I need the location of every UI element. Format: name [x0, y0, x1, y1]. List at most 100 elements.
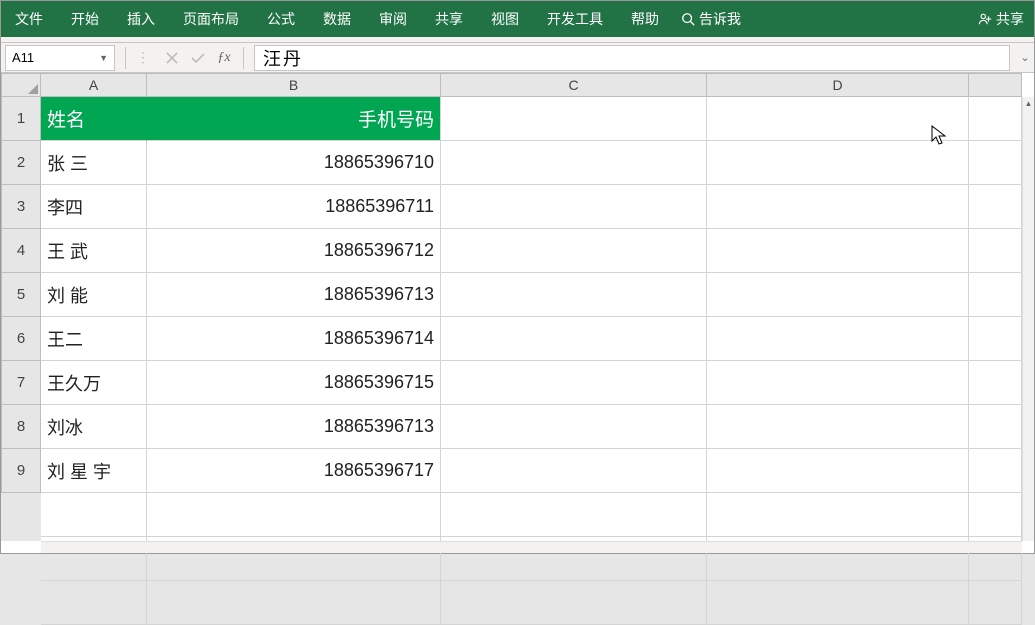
cell[interactable] [441, 229, 707, 273]
row-header-2[interactable]: 2 [1, 141, 41, 185]
table-row: 王二18865396714 [41, 317, 1022, 361]
horizontal-scrollbar[interactable] [41, 541, 1022, 553]
cell[interactable]: 18865396714 [147, 317, 441, 361]
tab-file[interactable]: 文件 [1, 1, 57, 37]
cell[interactable] [707, 185, 969, 229]
cells-area[interactable]: 姓名手机号码张 三18865396710李四18865396711王 武1886… [41, 97, 1022, 541]
formula-input[interactable]: 汪丹 [254, 45, 1010, 71]
cell[interactable] [441, 449, 707, 493]
tab-share[interactable]: 共享 [421, 1, 477, 37]
cell[interactable] [969, 361, 1022, 405]
cell[interactable]: 刘冰 [41, 405, 147, 449]
cell[interactable]: 18865396710 [147, 141, 441, 185]
col-header-A[interactable]: A [41, 73, 147, 97]
cell[interactable]: 18865396713 [147, 405, 441, 449]
cell[interactable] [147, 581, 441, 625]
cell[interactable] [969, 581, 1022, 625]
scroll-up-icon[interactable]: ▲ [1023, 97, 1034, 109]
cell[interactable]: 手机号码 [147, 97, 441, 141]
tab-page-layout[interactable]: 页面布局 [169, 1, 253, 37]
cell[interactable]: 王久万 [41, 361, 147, 405]
row-header-6[interactable]: 6 [1, 317, 41, 361]
cell[interactable]: 王二 [41, 317, 147, 361]
row-header-3[interactable]: 3 [1, 185, 41, 229]
cell[interactable] [969, 97, 1022, 141]
cell[interactable] [707, 449, 969, 493]
row-header-1[interactable]: 1 [1, 97, 41, 141]
cell[interactable]: 张 三 [41, 141, 147, 185]
cell[interactable] [969, 493, 1022, 537]
cell[interactable] [441, 493, 707, 537]
cell[interactable] [441, 185, 707, 229]
cell[interactable] [969, 317, 1022, 361]
table-row: 张 三18865396710 [41, 141, 1022, 185]
cell[interactable] [147, 493, 441, 537]
cell[interactable] [441, 405, 707, 449]
tab-review[interactable]: 审阅 [365, 1, 421, 37]
cell[interactable] [969, 449, 1022, 493]
enter-button[interactable] [185, 45, 211, 71]
col-header-B[interactable]: B [147, 73, 441, 97]
cell[interactable] [707, 581, 969, 625]
name-box-value: A11 [12, 50, 34, 65]
x-icon [166, 52, 178, 64]
tab-help[interactable]: 帮助 [617, 1, 673, 37]
col-header-C[interactable]: C [441, 73, 707, 97]
tell-me-search[interactable]: 告诉我 [673, 9, 749, 29]
table-row: 姓名手机号码 [41, 97, 1022, 141]
cell[interactable]: 18865396712 [147, 229, 441, 273]
cell[interactable] [969, 185, 1022, 229]
row-header-9[interactable]: 9 [1, 449, 41, 493]
cell[interactable]: 18865396717 [147, 449, 441, 493]
cancel-button[interactable] [159, 45, 185, 71]
col-header-extra[interactable] [969, 73, 1022, 97]
cell[interactable] [707, 273, 969, 317]
cell[interactable]: 姓名 [41, 97, 147, 141]
tab-formulas[interactable]: 公式 [253, 1, 309, 37]
tab-view[interactable]: 视图 [477, 1, 533, 37]
cell[interactable] [707, 229, 969, 273]
cell[interactable] [441, 361, 707, 405]
tab-home[interactable]: 开始 [57, 1, 113, 37]
cell[interactable]: 18865396715 [147, 361, 441, 405]
cell[interactable] [969, 405, 1022, 449]
fx-button[interactable]: ƒx [211, 45, 237, 71]
tab-data[interactable]: 数据 [309, 1, 365, 37]
row-header-7[interactable]: 7 [1, 361, 41, 405]
expand-formula-bar[interactable]: ⌄ [1016, 51, 1034, 64]
tab-insert[interactable]: 插入 [113, 1, 169, 37]
cell[interactable] [441, 581, 707, 625]
cell[interactable] [969, 141, 1022, 185]
row-header-5[interactable]: 5 [1, 273, 41, 317]
cell[interactable]: 18865396711 [147, 185, 441, 229]
table-row: 刘 星 宇18865396717 [41, 449, 1022, 493]
share-button[interactable]: 共享 [968, 9, 1034, 29]
cell[interactable] [707, 97, 969, 141]
name-box[interactable]: A11 ▼ [5, 45, 115, 71]
cell[interactable] [441, 141, 707, 185]
vertical-scrollbar[interactable]: ▲ [1022, 97, 1034, 541]
cell[interactable] [707, 361, 969, 405]
cell[interactable] [707, 141, 969, 185]
cell[interactable] [41, 493, 147, 537]
cell[interactable]: 18865396713 [147, 273, 441, 317]
cell[interactable] [41, 581, 147, 625]
tab-developer[interactable]: 开发工具 [533, 1, 617, 37]
cell[interactable]: 李四 [41, 185, 147, 229]
cell[interactable] [707, 317, 969, 361]
name-box-dropdown-icon[interactable]: ▼ [99, 53, 108, 63]
col-header-D[interactable]: D [707, 73, 969, 97]
cell[interactable] [969, 273, 1022, 317]
cell[interactable] [969, 229, 1022, 273]
cell[interactable]: 刘 星 宇 [41, 449, 147, 493]
cell[interactable] [707, 405, 969, 449]
cell[interactable] [441, 97, 707, 141]
cell[interactable] [441, 273, 707, 317]
cell[interactable]: 王 武 [41, 229, 147, 273]
cell[interactable] [707, 493, 969, 537]
select-all-corner[interactable] [1, 73, 41, 97]
row-header-8[interactable]: 8 [1, 405, 41, 449]
cell[interactable] [441, 317, 707, 361]
row-header-4[interactable]: 4 [1, 229, 41, 273]
cell[interactable]: 刘 能 [41, 273, 147, 317]
